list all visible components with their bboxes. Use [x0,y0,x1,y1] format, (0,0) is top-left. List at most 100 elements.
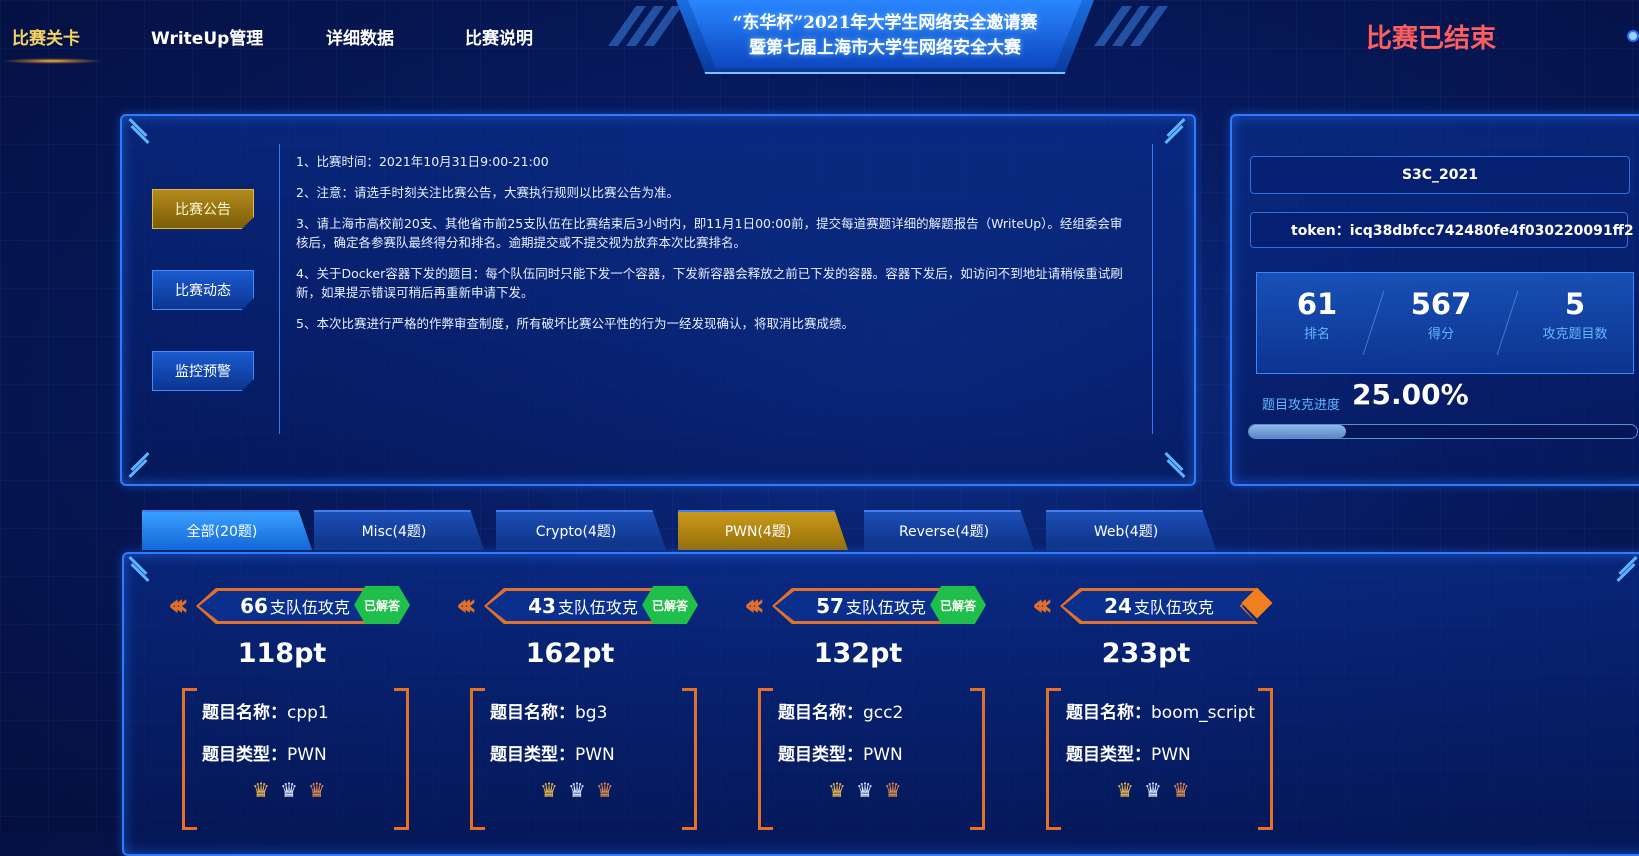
challenge-type-field: 题目类型：PWN [490,740,615,765]
announcement-text: 1、比赛时间：2021年10月31日9:00-21:00 2、注意：请选手时刻关… [296,152,1130,345]
solvers-count: 43 [528,594,556,618]
announcement-item: 1、比赛时间：2021年10月31日9:00-21:00 [296,154,549,169]
bracket-left [1046,688,1061,830]
challenge-name-field: 题目名称：boom_script [1066,698,1255,723]
challenge-type-key: 题目类型： [202,745,287,765]
silver-crown-icon: ♛ [567,778,596,802]
chevron-left-icon: ‹‹‹ [456,588,477,623]
corner-decor-icon [1614,556,1639,582]
stat-score-label: 得分 [1427,327,1454,342]
challenge-card[interactable]: ‹‹‹ 24 支队伍攻克 233pt 题目名称：boom_script 题目类型：… [1032,580,1286,832]
announcement-item: 3、请上海市高校前20支、其他省市前25支队伍在比赛结束后3小时内，即11月1日… [296,216,1123,250]
tab-pwn[interactable]: PWN(4题) [678,510,848,550]
bronze-crown-icon: ♛ [595,778,624,802]
announcement-item: 2、注意：请选手时刻关注比赛公告，大赛执行规则以比赛公告为准。 [296,185,679,200]
gold-crown-icon: ♛ [252,778,280,802]
bracket-right [394,688,409,830]
challenge-type-field: 题目类型：PWN [1066,740,1191,765]
solved-badge: 已解答 [642,586,698,624]
challenge-type: PWN [863,745,903,765]
corner-decor-icon [126,118,152,144]
challenge-card[interactable]: ‹‹‹ 66 支队伍攻克 已解答 118pt 题目名称：cpp1 题目类型：PWN… [168,580,422,832]
nav-item-rules[interactable]: 比赛说明 [465,24,533,49]
gold-crown-icon: ♛ [828,778,856,802]
challenge-points: 132pt [813,638,903,669]
solvers-count: 57 [816,594,844,618]
progress-value: 25.00% [1352,378,1469,411]
nav-item-details[interactable]: 详细数据 [326,24,394,49]
solvers-suffix: 支队伍攻克 [1133,598,1214,617]
nav-item-levels[interactable]: 比赛关卡 [12,24,80,49]
sidebar-button-announcement[interactable]: 比赛公告 [152,189,254,229]
challenge-name: gcc2 [863,703,904,723]
bronze-crown-icon: ♛ [883,778,912,802]
challenge-name: boom_script [1151,703,1256,723]
competition-title-line2: 暨第七届上海市大学生网络安全大赛 [749,38,1021,58]
crown-icons: ♛♛♛ [1116,778,1200,802]
challenge-points: 162pt [525,638,615,669]
gold-crown-icon: ♛ [540,778,568,802]
sidebar-button-monitor[interactable]: 监控预警 [152,351,254,391]
bracket-left [758,688,773,830]
bronze-crown-icon: ♛ [307,778,336,802]
challenge-name-field: 题目名称：bg3 [490,698,607,723]
progress-bar-fill [1249,425,1346,438]
challenge-type-key: 题目类型： [1066,745,1151,765]
decor-slashes-left [607,6,692,46]
solved-badge: 已解答 [930,586,986,624]
tab-web[interactable]: Web(4题) [1046,510,1216,550]
chevron-left-icon: ‹‹‹ [1032,588,1053,623]
challenge-name-key: 题目名称： [778,703,863,723]
challenge-type: PWN [575,745,615,765]
challenge-name-key: 题目名称： [202,703,287,723]
team-token[interactable]: token：icq38dbfcc742480fe4f030220091ff2 [1250,212,1634,248]
challenge-card[interactable]: ‹‹‹ 43 支队伍攻克 已解答 162pt 题目名称：bg3 题目类型：PWN … [456,580,710,832]
corner-decor-icon [126,452,152,478]
challenge-name-key: 题目名称： [490,703,575,723]
competition-title-line1: “东华杯”2021年大学生网络安全邀请赛 [732,13,1038,33]
team-stats: 61 排名 567 得分 5 攻克题目数 [1256,272,1634,374]
challenge-name-field: 题目名称：gcc2 [778,698,903,723]
bronze-crown-icon: ♛ [1171,778,1200,802]
divider-line [1152,144,1153,434]
bracket-right [1258,688,1273,830]
corner-decor-icon [1162,118,1188,144]
competition-title-banner: “东华杯”2021年大学生网络安全邀请赛 暨第七届上海市大学生网络安全大赛 [676,0,1094,74]
challenge-type: PWN [1151,745,1191,765]
stat-solved-value: 5 [1564,287,1586,321]
decor-slashes-right [1093,6,1178,46]
challenge-type-key: 题目类型： [490,745,575,765]
stat-solved-label: 攻克题目数 [1542,327,1608,342]
crown-icons: ♛♛♛ [540,778,624,802]
user-dot-icon[interactable] [1627,30,1639,42]
chevron-left-icon: ‹‹‹ [168,588,189,623]
stat-score-value: 567 [1410,287,1472,321]
divider-line [279,144,280,434]
challenge-type-field: 题目类型：PWN [202,740,327,765]
challenge-name-key: 题目名称： [1066,703,1151,723]
sidebar-button-activity[interactable]: 比赛动态 [152,270,254,310]
nav-active-glow [0,58,104,64]
solvers-banner: 24 支队伍攻克 [1060,588,1258,624]
team-name: S3C_2021 [1250,156,1630,194]
tab-misc[interactable]: Misc(4题) [314,510,484,550]
competition-status: 比赛已结束 [1366,24,1497,54]
tab-crypto[interactable]: Crypto(4题) [496,510,666,550]
stat-rank-value: 61 [1296,287,1338,321]
solvers-count: 66 [240,594,268,618]
bracket-right [682,688,697,830]
challenge-name: cpp1 [287,703,329,723]
announcement-item: 5、本次比赛进行严格的作弊审查制度，所有破坏比赛公平性的行为一经发现确认，将取消… [296,316,854,331]
challenge-card[interactable]: ‹‹‹ 57 支队伍攻克 已解答 132pt 题目名称：gcc2 题目类型：PWN… [744,580,998,832]
tab-reverse[interactable]: Reverse(4题) [864,510,1034,550]
bracket-right [970,688,985,830]
crown-icons: ♛♛♛ [828,778,912,802]
challenge-name-field: 题目名称：cpp1 [202,698,329,723]
corner-decor-icon [1162,452,1188,478]
nav-item-writeup[interactable]: WriteUp管理 [151,24,263,49]
challenge-name: bg3 [575,703,608,723]
chevron-left-icon: ‹‹‹ [744,588,765,623]
solved-badge: 已解答 [354,586,410,624]
solvers-suffix: 支队伍攻克 [269,598,350,617]
tab-all[interactable]: 全部(20题) [142,510,312,550]
